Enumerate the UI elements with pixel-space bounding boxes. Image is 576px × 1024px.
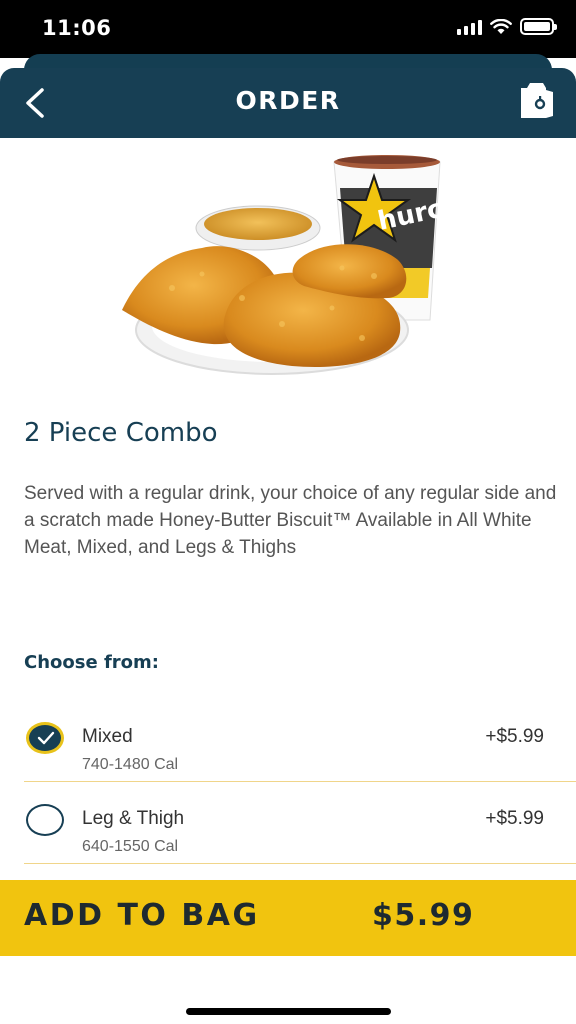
option-name: Mixed	[82, 726, 133, 747]
radio-checked-icon[interactable]	[26, 722, 64, 754]
radio-unchecked-icon[interactable]	[26, 804, 64, 836]
option-mixed[interactable]: Mixed 740-1480 Cal +$5.99	[24, 700, 576, 782]
add-to-bag-button[interactable]: ADD TO BAG $5.99	[0, 880, 576, 956]
option-leg-thigh[interactable]: Leg & Thigh 640-1550 Cal +$5.99	[24, 782, 576, 864]
page-title: ORDER	[235, 86, 341, 115]
option-calories: 640-1550 Cal	[82, 838, 179, 855]
status-bar: 11:06	[0, 0, 576, 58]
product-image: hurch's	[112, 148, 486, 392]
option-name: Leg & Thigh	[82, 808, 185, 829]
product-title: 2 Piece Combo	[24, 418, 218, 448]
header-bar: ORDER	[0, 68, 576, 138]
home-indicator[interactable]	[186, 1008, 391, 1015]
bag-icon	[521, 83, 553, 118]
battery-icon	[520, 18, 557, 35]
wifi-icon	[490, 18, 512, 34]
option-calories: 740-1480 Cal	[82, 756, 179, 773]
status-icons	[457, 18, 557, 35]
add-to-bag-price: $5.99	[372, 898, 475, 933]
status-time: 11:06	[42, 16, 112, 40]
option-price: +$5.99	[485, 808, 544, 829]
product-description: Served with a regular drink, your choice…	[24, 483, 557, 558]
option-price: +$5.99	[485, 726, 544, 747]
add-to-bag-label: ADD TO BAG	[24, 898, 260, 933]
cellular-signal-icon	[457, 19, 482, 35]
choose-from-label: Choose from:	[24, 652, 159, 673]
bag-button[interactable]	[518, 82, 556, 122]
